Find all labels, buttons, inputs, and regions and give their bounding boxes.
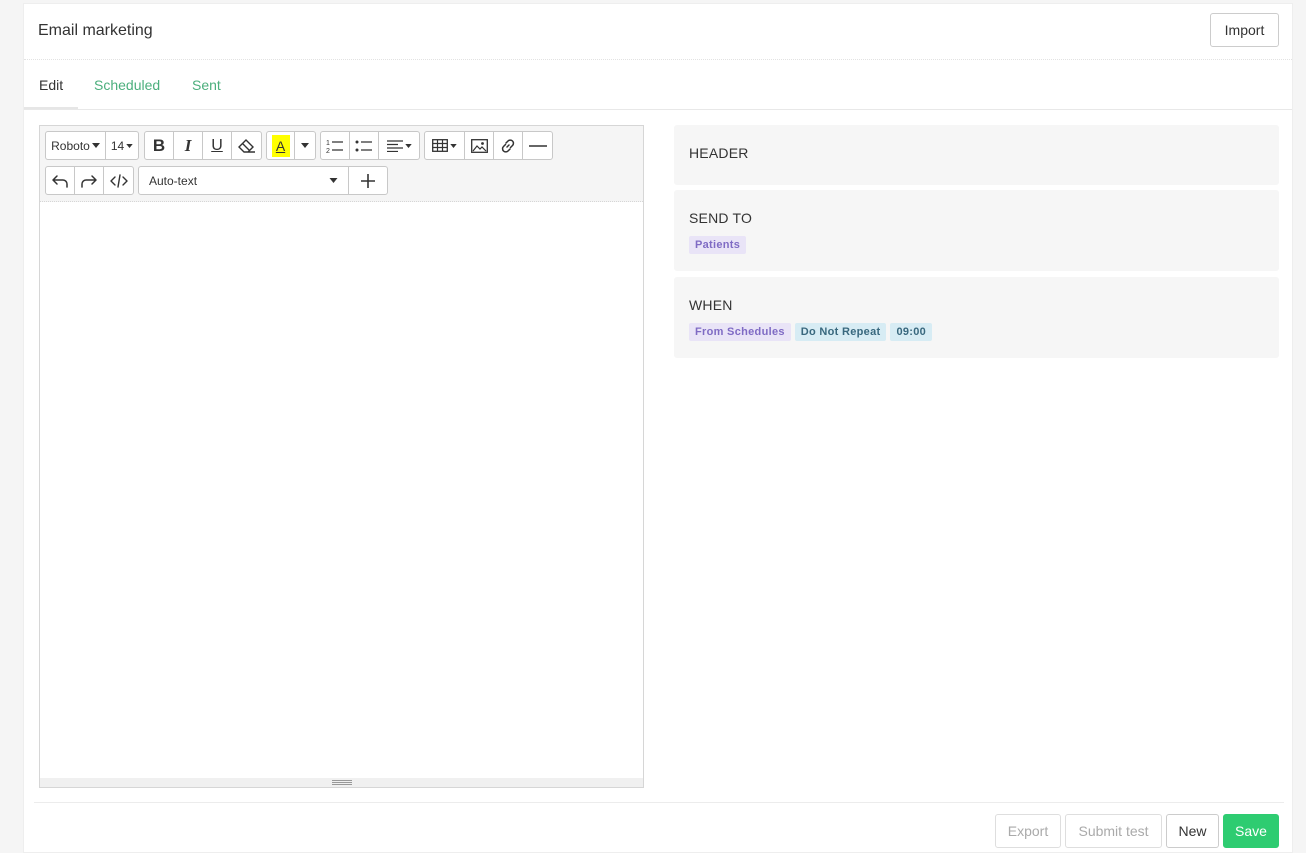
- chevron-down-icon: [450, 143, 457, 148]
- repeat-badge: Do Not Repeat: [794, 323, 887, 341]
- bold-icon[interactable]: B: [145, 132, 174, 159]
- chevron-down-icon: [329, 178, 338, 183]
- email-marketing-panel: Email marketing Import Edit Scheduled Se…: [23, 3, 1293, 853]
- grip-icon: [332, 780, 352, 785]
- when-badges: From Schedules Do Not Repeat 09:00: [689, 323, 933, 341]
- history-group: [45, 166, 134, 195]
- active-tab-indicator: [24, 107, 78, 109]
- autotext-value: Auto-text: [149, 173, 198, 188]
- import-button[interactable]: Import: [1210, 13, 1279, 47]
- when-card-title: WHEN: [689, 297, 733, 313]
- tab-scheduled[interactable]: Scheduled: [94, 77, 160, 93]
- time-badge: 09:00: [890, 323, 933, 341]
- recipient-badge: Patients: [689, 236, 747, 254]
- schedule-source-badge: From Schedules: [689, 323, 791, 341]
- text-highlight-icon[interactable]: A: [267, 132, 295, 159]
- eraser-icon[interactable]: [232, 132, 261, 159]
- font-size-value: 14: [110, 138, 125, 153]
- italic-icon[interactable]: I: [174, 132, 203, 159]
- redo-icon[interactable]: [75, 167, 104, 194]
- send-to-badges: Patients: [689, 236, 747, 254]
- page-header: Email marketing Import: [24, 4, 1292, 60]
- send-to-card[interactable]: SEND TO Patients: [674, 190, 1279, 271]
- export-button[interactable]: Export: [995, 814, 1061, 848]
- tab-sent[interactable]: Sent: [192, 77, 221, 93]
- autotext-select[interactable]: Auto-text: [139, 167, 349, 194]
- image-icon[interactable]: [465, 132, 494, 159]
- plus-icon[interactable]: [349, 167, 387, 194]
- header-card[interactable]: HEADER: [674, 125, 1279, 185]
- autotext-group: Auto-text: [138, 166, 388, 195]
- font-size-select[interactable]: 14: [106, 132, 138, 159]
- underline-icon[interactable]: U: [203, 132, 232, 159]
- highlight-dropdown[interactable]: [295, 132, 315, 159]
- horizontal-rule-icon[interactable]: [523, 132, 552, 159]
- footer-divider: [34, 802, 1284, 803]
- chevron-down-icon: [404, 143, 412, 148]
- submit-test-button[interactable]: Submit test: [1065, 814, 1162, 848]
- paragraph-group: 12: [320, 131, 420, 160]
- font-family-select[interactable]: Roboto: [46, 132, 106, 159]
- chevron-down-icon: [91, 143, 100, 148]
- font-family-value: Roboto: [51, 138, 90, 153]
- code-view-icon[interactable]: [104, 167, 133, 194]
- tab-edit[interactable]: Edit: [39, 77, 63, 93]
- tab-bar: Edit Scheduled Sent: [24, 60, 1292, 110]
- link-icon[interactable]: [494, 132, 523, 159]
- svg-text:2: 2: [326, 148, 330, 154]
- unordered-list-icon[interactable]: [350, 132, 379, 159]
- rich-text-editor: Roboto 14 B I U A 1 2 Auto-text: [39, 125, 644, 788]
- table-icon[interactable]: [425, 132, 465, 159]
- when-card[interactable]: WHEN From Schedules Do Not Repeat 09:00: [674, 277, 1279, 358]
- undo-icon[interactable]: [46, 167, 75, 194]
- align-icon[interactable]: [379, 132, 419, 159]
- send-to-card-title: SEND TO: [689, 210, 753, 226]
- new-button[interactable]: New: [1166, 814, 1219, 848]
- insert-group: [424, 131, 553, 160]
- highlight-group: A: [266, 131, 316, 160]
- save-button[interactable]: Save: [1223, 814, 1279, 848]
- format-group: B I U: [144, 131, 262, 160]
- ordered-list-icon[interactable]: 12: [321, 132, 350, 159]
- editor-toolbar: Roboto 14 B I U A 1 2 Auto-text: [40, 126, 643, 202]
- page-title: Email marketing: [38, 22, 153, 39]
- editor-resize-handle[interactable]: [40, 778, 643, 787]
- svg-text:1: 1: [326, 140, 330, 147]
- header-card-title: HEADER: [689, 145, 749, 161]
- chevron-down-icon: [301, 143, 309, 148]
- chevron-down-icon: [126, 143, 133, 148]
- editor-content-area[interactable]: [40, 202, 643, 778]
- font-group: Roboto 14: [45, 131, 139, 160]
